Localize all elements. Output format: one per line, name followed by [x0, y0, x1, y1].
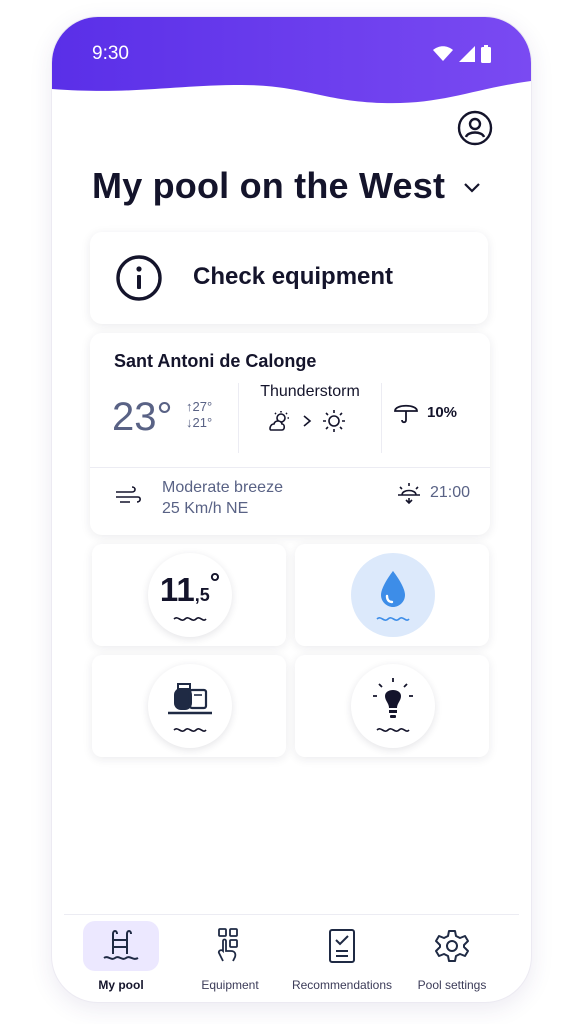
phone-screen: 9:30 My pool on the West Check equipment…	[52, 17, 531, 1002]
current-temperature: 23°	[112, 395, 173, 439]
forecast-label: Thunderstorm	[260, 383, 360, 400]
water-temperature-circle: 11,5°	[148, 553, 232, 637]
battery-icon	[481, 45, 491, 63]
wind-icon	[116, 486, 141, 503]
divider	[238, 383, 239, 453]
nav-label: My pool	[98, 978, 144, 992]
nav-label: Recommendations	[291, 978, 393, 992]
nav-icon-wrapper	[304, 921, 380, 971]
min-temperature: ↓21°	[186, 415, 213, 430]
bottom-navigation: My pool Equipment Recommendations Pool s…	[64, 914, 519, 995]
chevron-down-icon	[464, 183, 480, 193]
info-circle-icon	[116, 255, 162, 301]
sunset-time: 21:00	[430, 484, 471, 501]
weather-card[interactable]: Sant Antoni de Calonge 23° ↑27° ↓21° Thu…	[90, 333, 490, 535]
water-wave-icon	[376, 728, 410, 732]
checklist-icon	[329, 929, 355, 963]
pump-filter-icon	[168, 683, 212, 715]
filter-pump-circle	[148, 664, 232, 748]
water-temp-integer: 11	[159, 571, 195, 608]
user-circle-icon	[457, 110, 493, 146]
water-wave-icon	[173, 617, 207, 621]
partly-cloudy-icon	[269, 411, 289, 431]
max-temperature: ↑27°	[186, 399, 213, 414]
nav-icon-wrapper	[192, 921, 268, 971]
water-wave-icon	[173, 728, 207, 732]
umbrella-icon	[394, 404, 418, 424]
divider	[90, 467, 490, 468]
rain-probability: 10%	[393, 400, 457, 424]
nav-item-my-pool[interactable]: My pool	[66, 921, 176, 992]
weather-location: Sant Antoni de Calonge	[114, 351, 317, 371]
sunset: 21:00	[396, 481, 470, 505]
status-time: 9:30	[92, 43, 129, 64]
forecast-icons	[266, 409, 346, 433]
equipment-touch-icon	[217, 928, 238, 962]
water-level-circle	[351, 553, 435, 637]
pool-selector[interactable]: My pool on the West	[92, 165, 481, 207]
water-temp-unit: °	[209, 567, 221, 597]
sunset-icon	[398, 483, 420, 505]
gear-icon	[435, 930, 469, 962]
lighting-circle	[351, 664, 435, 748]
nav-label: Pool settings	[417, 978, 487, 992]
sun-icon	[323, 410, 345, 432]
nav-active-indicator	[83, 921, 159, 971]
water-temperature-tile[interactable]: 11,5°	[92, 544, 286, 646]
water-temperature: 11,5°	[148, 567, 232, 609]
check-equipment-label: Check equipment	[193, 263, 394, 290]
nav-item-recommendations[interactable]: Recommendations	[286, 921, 398, 992]
nav-item-pool-settings[interactable]: Pool settings	[397, 921, 507, 992]
divider	[381, 383, 382, 453]
arrow-right-icon	[303, 415, 312, 427]
signal-icon	[459, 46, 475, 62]
nav-item-equipment[interactable]: Equipment	[175, 921, 285, 992]
filter-pump-tile[interactable]	[92, 655, 286, 757]
nav-icon-wrapper	[414, 921, 490, 971]
profile-button[interactable]	[456, 109, 494, 147]
wifi-icon	[433, 46, 453, 61]
water-level-tile[interactable]	[295, 544, 489, 646]
temperature-range: ↑27° ↓21°	[186, 399, 212, 431]
wind-speed: 25 Km/h NE	[162, 500, 249, 517]
water-temp-decimal: ,5	[194, 585, 210, 605]
light-bulb-icon	[373, 678, 413, 718]
rain-percentage: 10%	[427, 403, 458, 421]
wind-info: Moderate breeze 25 Km/h NE	[162, 477, 283, 519]
status-icons	[433, 45, 491, 63]
page-title: My pool on the West	[92, 165, 446, 206]
water-drop-icon	[381, 571, 405, 607]
water-wave-icon	[376, 617, 410, 621]
lighting-tile[interactable]	[295, 655, 489, 757]
pool-ladder-icon	[103, 930, 139, 960]
wind-description: Moderate breeze	[162, 479, 283, 496]
check-equipment-card[interactable]: Check equipment	[90, 232, 488, 324]
nav-label: Equipment	[201, 978, 259, 992]
